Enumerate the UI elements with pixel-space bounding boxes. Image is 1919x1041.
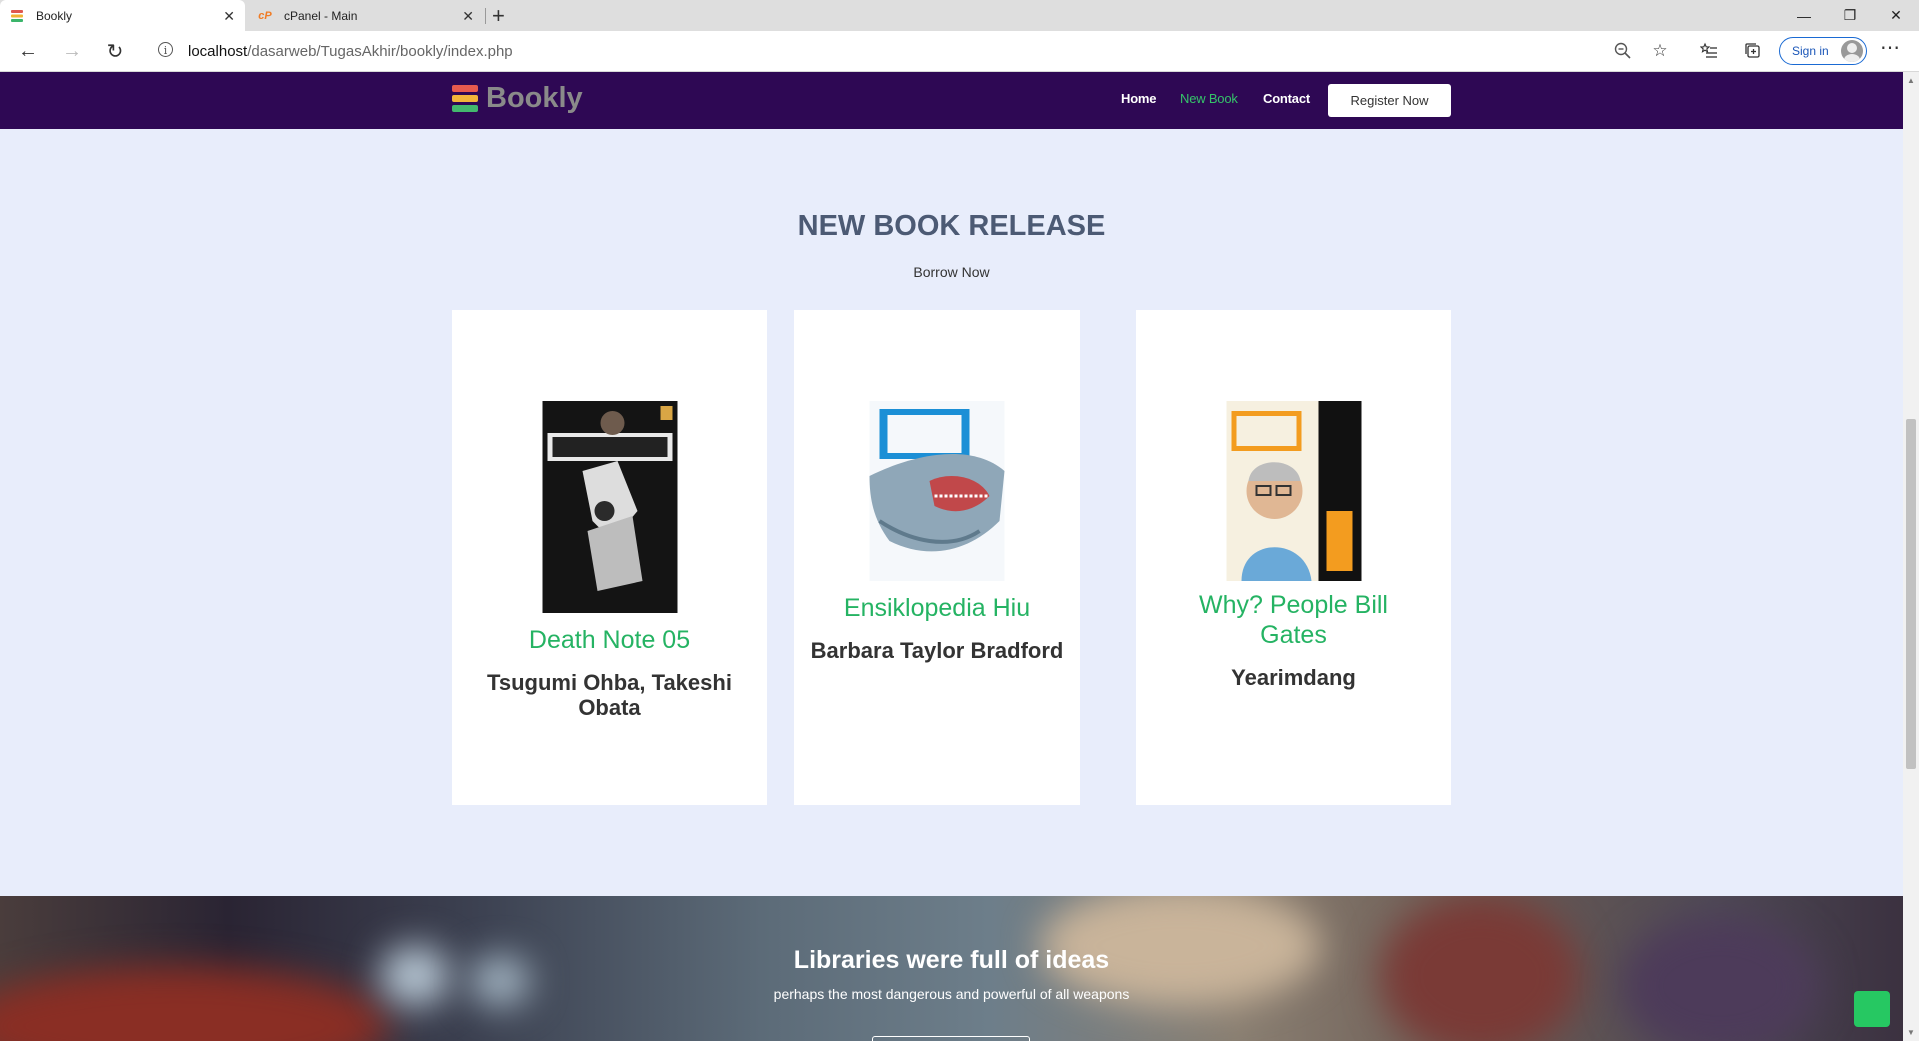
minimize-icon[interactable]: — xyxy=(1781,0,1827,31)
sign-in-button[interactable]: Sign in xyxy=(1779,37,1867,65)
banner-button[interactable] xyxy=(872,1036,1030,1041)
tab-divider xyxy=(485,8,486,24)
section-subtitle: Borrow Now xyxy=(913,264,990,280)
nav-contact[interactable]: Contact xyxy=(1263,91,1310,106)
book-title[interactable]: Why? People Bill Gates xyxy=(1136,590,1451,650)
book-cover-bill-gates[interactable] xyxy=(1226,401,1361,581)
sign-in-label: Sign in xyxy=(1792,44,1829,58)
browser-toolbar: ← → ↻ i localhost/dasarweb/TugasAkhir/bo… xyxy=(0,31,1919,72)
book-title[interactable]: Ensiklopedia Hiu xyxy=(794,593,1080,623)
scroll-up-icon[interactable]: ▲ xyxy=(1907,76,1915,85)
tab-cpanel[interactable]: cP cPanel - Main ✕ xyxy=(248,0,484,31)
avatar-icon xyxy=(1841,40,1863,62)
book-author: Tsugumi Ohba, Takeshi Obata xyxy=(487,670,732,720)
new-tab-icon[interactable]: + xyxy=(492,3,505,29)
tab-label: Bookly xyxy=(36,8,73,23)
page-viewport: Bookly Home New Book Contact Register No… xyxy=(0,72,1903,1041)
book-card-why-people-bill-gates[interactable]: Why? People Bill Gates Yearimdang xyxy=(1136,310,1451,805)
close-icon[interactable]: ✕ xyxy=(462,8,474,25)
banner-bokeh xyxy=(0,966,390,1041)
quote-banner: Libraries were full of ideas perhaps the… xyxy=(0,896,1903,1041)
info-icon[interactable]: i xyxy=(158,42,173,57)
book-cover-ensiklopedia-hiu[interactable] xyxy=(869,401,1005,581)
forward-arrow-icon[interactable]: → xyxy=(58,37,86,65)
favorites-list-icon[interactable] xyxy=(1697,39,1721,63)
scroll-down-icon[interactable]: ▼ xyxy=(1907,1028,1915,1037)
page-scrollbar[interactable]: ▲ ▼ xyxy=(1903,72,1919,1041)
address-bar[interactable]: i localhost/dasarweb/TugasAkhir/bookly/i… xyxy=(144,36,1768,66)
logo-text: Bookly xyxy=(486,82,583,114)
scroll-to-top-button[interactable] xyxy=(1854,991,1890,1027)
zoom-out-icon[interactable] xyxy=(1611,39,1635,63)
cpanel-icon: cP xyxy=(258,9,272,22)
more-menu-icon[interactable]: ⋯ xyxy=(1880,35,1900,60)
book-author: Yearimdang xyxy=(1231,665,1356,690)
browser-tab-bar: Bookly ✕ cP cPanel - Main ✕ + — ❐ ✕ xyxy=(0,0,1919,31)
back-arrow-icon[interactable]: ← xyxy=(14,37,42,65)
banner-title: Libraries were full of ideas xyxy=(793,946,1110,974)
tab-bookly[interactable]: Bookly ✕ xyxy=(0,0,245,31)
url-host: localhost xyxy=(188,43,248,60)
book-card-ensiklopedia-hiu[interactable]: Ensiklopedia Hiu Barbara Taylor Bradford xyxy=(794,310,1080,805)
window-close-icon[interactable]: ✕ xyxy=(1873,0,1919,31)
banner-subtitle: perhaps the most dangerous and powerful … xyxy=(773,986,1130,1002)
address-url[interactable]: localhost/dasarweb/TugasAkhir/bookly/ind… xyxy=(188,43,513,60)
collections-icon[interactable] xyxy=(1741,39,1765,63)
book-cover-death-note[interactable] xyxy=(542,401,677,613)
favorite-star-icon[interactable]: ☆ xyxy=(1648,39,1672,63)
restore-icon[interactable]: ❐ xyxy=(1827,0,1873,31)
tab-label: cPanel - Main xyxy=(284,8,358,23)
nav-home[interactable]: Home xyxy=(1121,91,1157,106)
site-navbar: Bookly Home New Book Contact Register No… xyxy=(0,72,1903,129)
nav-new-book[interactable]: New Book xyxy=(1180,91,1238,106)
section-title: NEW BOOK RELEASE xyxy=(797,210,1106,242)
book-card-death-note[interactable]: Death Note 05 Tsugumi Ohba, Takeshi Obat… xyxy=(452,310,767,805)
site-logo[interactable]: Bookly xyxy=(452,82,583,115)
register-now-button[interactable]: Register Now xyxy=(1328,84,1451,117)
banner-bokeh xyxy=(1620,916,1820,1041)
books-logo-icon xyxy=(452,84,478,113)
book-author: Barbara Taylor Bradford xyxy=(810,638,1064,663)
close-icon[interactable]: ✕ xyxy=(223,8,235,25)
url-path: /dasarweb/TugasAkhir/bookly/index.php xyxy=(247,43,513,60)
book-title[interactable]: Death Note 05 xyxy=(452,625,767,655)
refresh-icon[interactable]: ↻ xyxy=(101,37,129,65)
scrollbar-thumb[interactable] xyxy=(1906,419,1916,769)
books-icon xyxy=(10,9,24,23)
